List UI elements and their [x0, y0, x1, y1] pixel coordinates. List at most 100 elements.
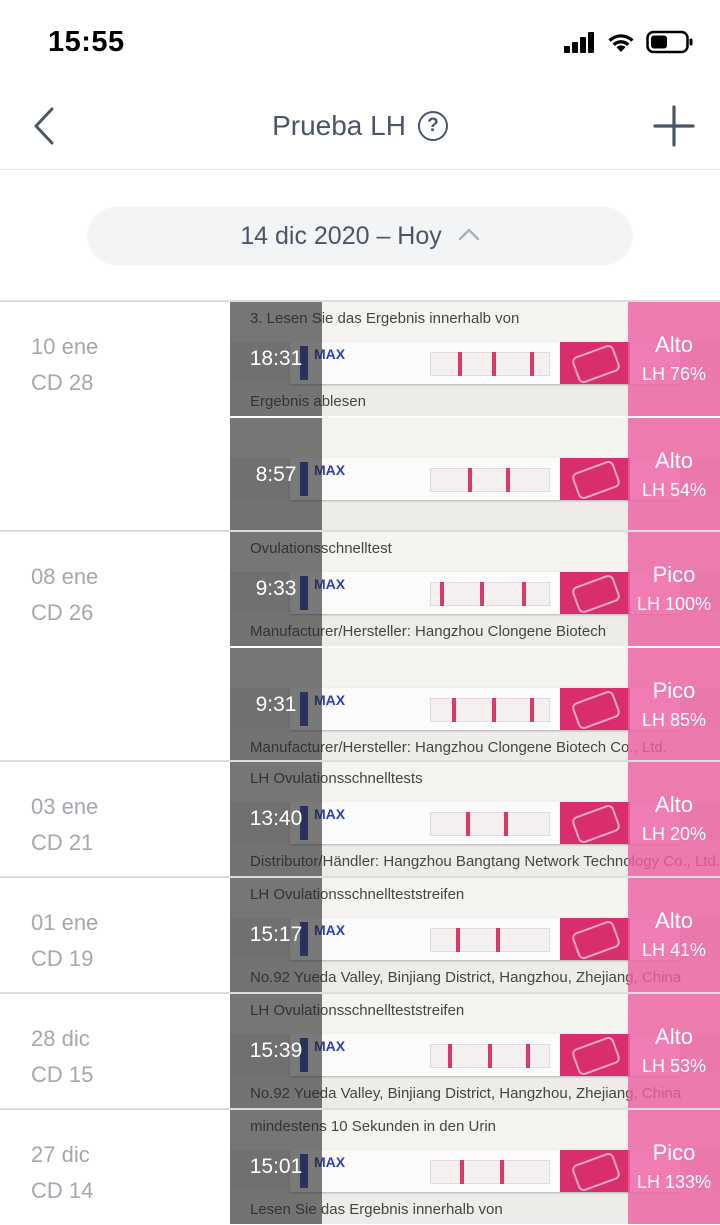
day-group: 28 dic CD 15 LH Ovulationsschnellteststrei…	[0, 992, 720, 1108]
test-time: 9:31	[255, 693, 297, 716]
test-line	[452, 698, 456, 722]
cycle-day: CD 14	[31, 1178, 94, 1203]
result-percent: LH 54%	[641, 480, 707, 500]
test-row[interactable]: LH Ovulationsschnellteststreifen No.92 Yu…	[230, 878, 720, 992]
result-badge: Alto LH 53%	[628, 994, 720, 1108]
date-range-selector[interactable]: 14 dic 2020 – Hoy	[87, 207, 633, 265]
result-percent: LH 133%	[636, 1172, 712, 1192]
test-line	[468, 468, 472, 492]
test-line	[504, 812, 508, 836]
strip-handle	[560, 918, 630, 960]
test-time: 13:40	[249, 807, 303, 830]
add-test-button[interactable]	[650, 104, 698, 152]
strip-handle	[560, 572, 630, 614]
result-badge: Alto LH 76%	[628, 302, 720, 416]
result-badge: Pico LH 133%	[628, 1110, 720, 1224]
time-overlay: 15:01	[230, 1110, 322, 1224]
status-bar: 15:55	[0, 0, 720, 88]
lh-test-list: 10 ene CD 28 3. Lesen Sie das Ergebnis inn…	[0, 300, 720, 1224]
test-row[interactable]: MAX 8:57 Alto LH 54%	[230, 416, 720, 530]
test-time: 8:57	[255, 463, 297, 486]
day-date: 03 ene	[31, 794, 99, 819]
cellular-signal-icon	[564, 31, 596, 58]
result-percent: LH 53%	[641, 1056, 707, 1076]
test-row[interactable]: Manufacturer/Hersteller: Hangzhou Clonge…	[230, 646, 720, 760]
result-level: Alto	[655, 792, 693, 817]
cycle-day: CD 21	[31, 830, 94, 855]
test-line	[466, 812, 470, 836]
test-row[interactable]: LH Ovulationsschnelltests Distributor/Hän…	[230, 762, 720, 876]
test-time: 9:33	[255, 577, 297, 600]
day-info: 10 ene CD 28	[0, 302, 230, 530]
test-line	[488, 1044, 492, 1068]
result-level: Pico	[652, 1140, 696, 1165]
test-list: LH Ovulationsschnelltests Distributor/Hän…	[230, 762, 720, 876]
test-list: LH Ovulationsschnellteststreifen No.92 Yu…	[230, 878, 720, 992]
cycle-day: CD 19	[31, 946, 94, 971]
strip-handle	[560, 1034, 630, 1076]
status-icons	[564, 30, 694, 58]
test-list: mindestens 10 Sekunden in den Urin Lesen …	[230, 1110, 720, 1224]
result-percent: LH 85%	[641, 710, 707, 730]
test-line	[496, 928, 500, 952]
time-overlay: 8:57	[230, 418, 322, 530]
day-group: 01 ene CD 19 LH Ovulationsschnellteststrei…	[0, 876, 720, 992]
test-time: 18:31	[249, 347, 303, 370]
result-percent: LH 41%	[641, 940, 707, 960]
cycle-day: CD 28	[31, 370, 94, 395]
battery-icon	[646, 30, 694, 59]
test-line	[526, 1044, 530, 1068]
test-line	[530, 352, 534, 376]
day-date: 28 dic	[31, 1026, 90, 1051]
test-time: 15:17	[249, 923, 303, 946]
test-line	[506, 468, 510, 492]
cycle-day: CD 26	[31, 600, 94, 625]
day-date: 08 ene	[31, 564, 99, 589]
strip-handle	[560, 688, 630, 730]
day-groups: 10 ene CD 28 3. Lesen Sie das Ergebnis inn…	[0, 302, 720, 1224]
status-time: 15:55	[48, 26, 125, 58]
result-level: Alto	[655, 448, 693, 473]
day-info: 08 ene CD 26	[0, 532, 230, 760]
test-line	[448, 1044, 452, 1068]
plus-icon	[652, 104, 696, 153]
time-overlay: 18:31	[230, 302, 322, 416]
test-row[interactable]: 3. Lesen Sie das Ergebnis innerhalb vonE…	[230, 302, 720, 416]
day-group: 10 ene CD 28 3. Lesen Sie das Ergebnis inn…	[0, 302, 720, 530]
strip-handle	[560, 458, 630, 500]
result-window	[430, 468, 550, 492]
day-date: 01 ene	[31, 910, 99, 935]
day-group: 03 ene CD 21 LH Ovulationsschnelltests Dist…	[0, 760, 720, 876]
result-badge: Alto LH 20%	[628, 762, 720, 876]
result-level: Pico	[652, 562, 696, 587]
test-list: LH Ovulationsschnellteststreifen No.92 Yu…	[230, 994, 720, 1108]
help-icon[interactable]: ?	[417, 111, 448, 141]
test-row[interactable]: mindestens 10 Sekunden in den Urin Lesen …	[230, 1110, 720, 1224]
result-percent: LH 100%	[636, 594, 712, 614]
day-info: 27 dic CD 14	[0, 1110, 230, 1224]
time-overlay: 9:33	[230, 532, 322, 646]
day-info: 28 dic CD 15	[0, 994, 230, 1108]
test-line	[456, 928, 460, 952]
day-group: 27 dic CD 14 mindestens 10 Sekunden in den…	[0, 1108, 720, 1224]
time-overlay: 13:40	[230, 762, 322, 876]
test-line	[460, 1160, 464, 1184]
test-line	[500, 1160, 504, 1184]
test-row[interactable]: LH Ovulationsschnellteststreifen No.92 Yu…	[230, 994, 720, 1108]
test-line	[458, 352, 462, 376]
result-level: Pico	[652, 678, 696, 703]
time-overlay: 15:39	[230, 994, 322, 1108]
test-list: 3. Lesen Sie das Ergebnis innerhalb vonE…	[230, 302, 720, 530]
test-list: OvulationsschnelltestManufacturer/Herste…	[230, 532, 720, 760]
test-line	[492, 352, 496, 376]
result-window	[430, 812, 550, 836]
test-line	[522, 582, 526, 606]
result-badge: Pico LH 100%	[628, 532, 720, 646]
test-row[interactable]: OvulationsschnelltestManufacturer/Herste…	[230, 532, 720, 646]
result-level: Alto	[655, 1024, 693, 1049]
date-range-label: 14 dic 2020 – Hoy	[240, 221, 442, 250]
result-level: Alto	[655, 332, 693, 357]
result-percent: LH 20%	[641, 824, 707, 844]
wifi-icon	[606, 31, 636, 58]
day-date: 10 ene	[31, 334, 99, 359]
